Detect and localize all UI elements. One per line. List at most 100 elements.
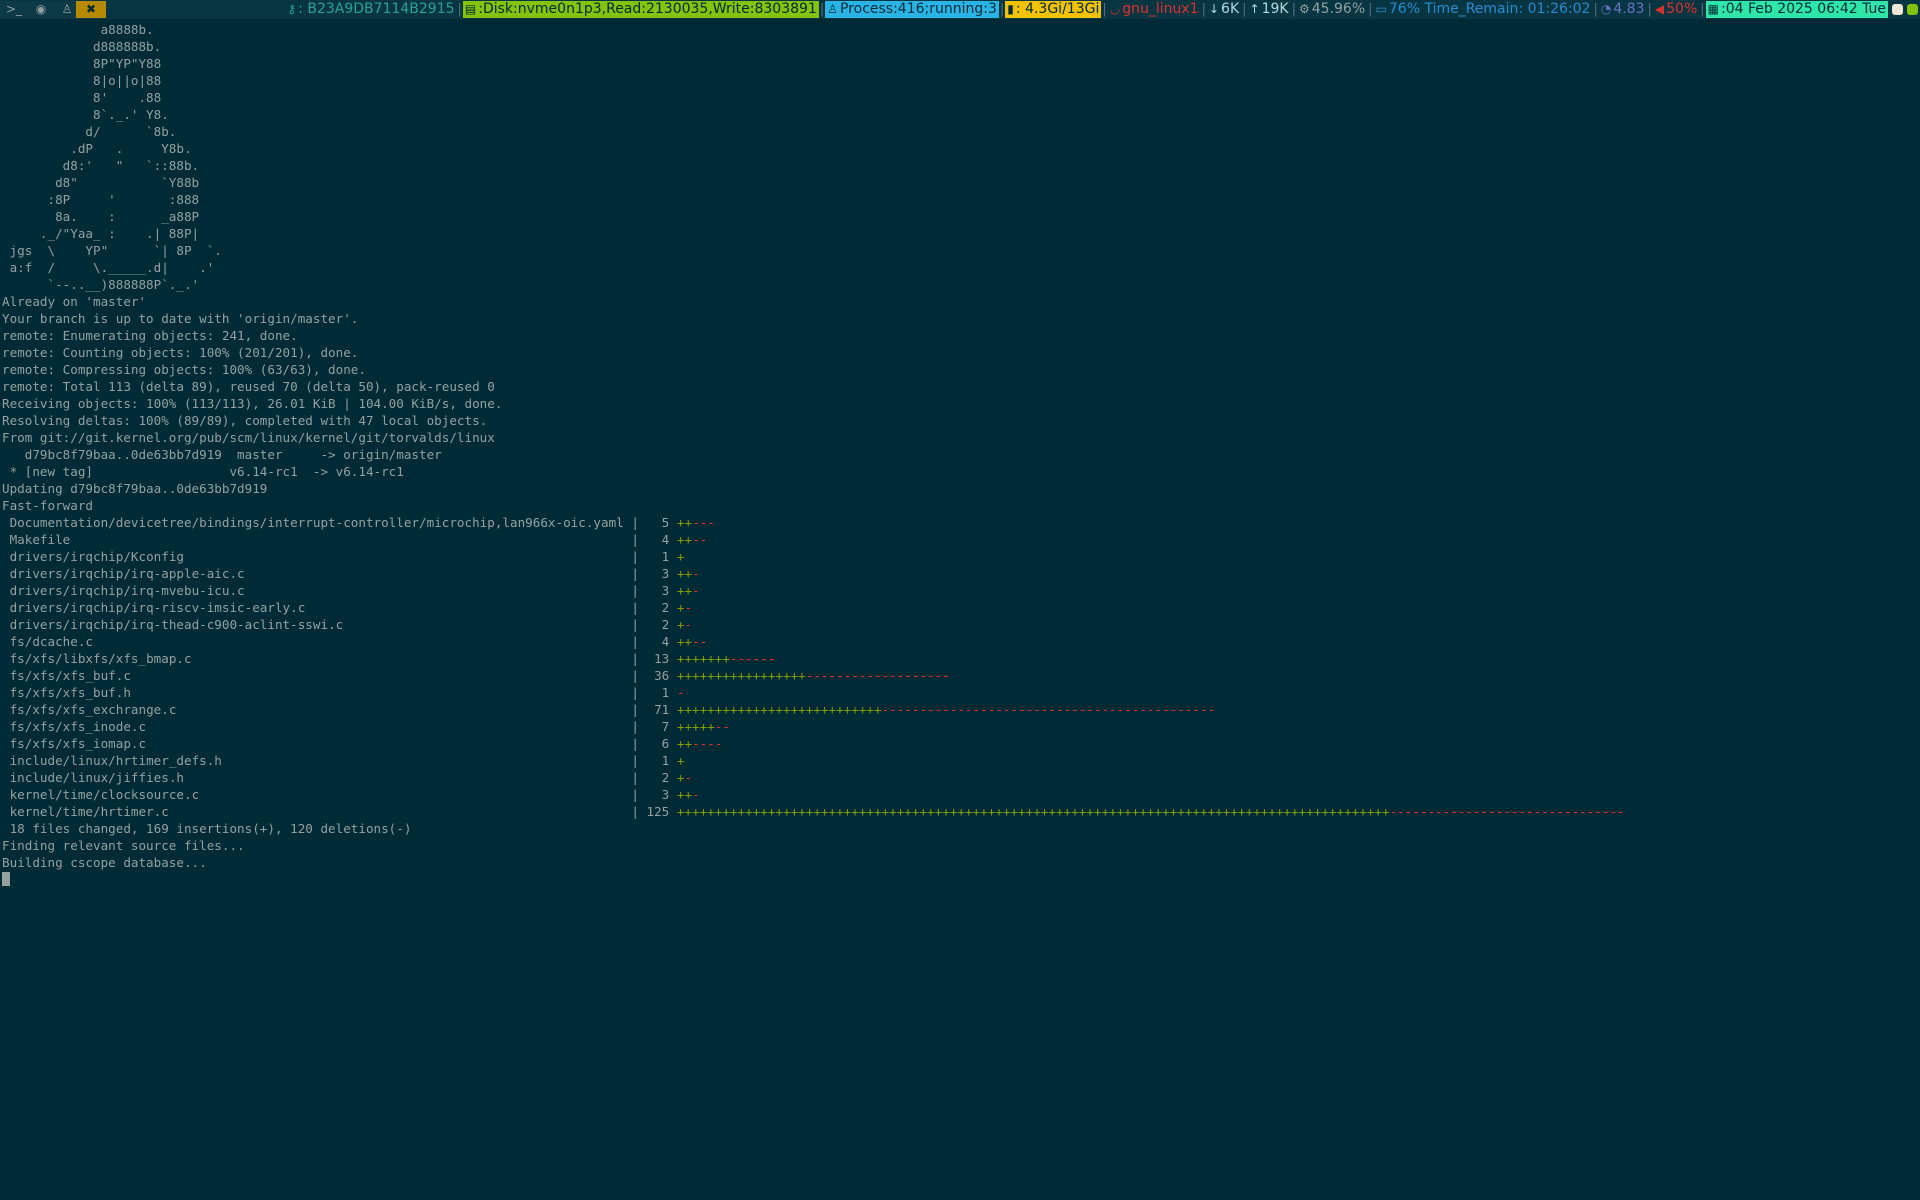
diffstat-file: Makefile: [9, 532, 71, 547]
output-line: remote: Counting objects: 100% (201/201)…: [2, 345, 359, 360]
download-icon: ↓: [1208, 2, 1220, 16]
git-pull-output: Already on 'master' Your branch is up to …: [2, 293, 1920, 514]
diffstat-deletions: -------------------: [805, 668, 950, 683]
ascii-art-line: :8P ' :888: [2, 192, 200, 207]
diffstat-deletions: -: [684, 770, 693, 785]
diffstat-insertions: +++++++++++++++++++++++++++: [676, 702, 882, 717]
ascii-art-line: a8888b.: [2, 22, 154, 37]
diffstat-row: drivers/irqchip/Kconfig | 1 +: [9, 549, 685, 564]
ascii-art-line: 8|o||o|88: [2, 73, 162, 88]
output-line: Building cscope database...: [2, 855, 207, 870]
diffstat-deletions: ------: [729, 651, 776, 666]
status-network: ◡ gnu_linux1: [1108, 1, 1201, 18]
diffstat-row: kernel/time/clocksource.c | 3 ++-: [9, 787, 700, 802]
diffstat-insertions: ++++++++++++++++++++++++++++++++++++++++…: [676, 804, 1390, 819]
diffstat-count: 7: [661, 719, 670, 734]
diffstat-count: 2: [661, 617, 670, 632]
status-blocks: ⚷: B23A9DB7114B2915 | ▤:Disk:nvme0n1p3,Rea…: [285, 0, 1918, 19]
status-process-text: Process:416;running:3: [839, 1, 997, 17]
diffstat-file: fs/xfs/xfs_exchrange.c: [9, 702, 177, 717]
diffstat-insertions: ++: [676, 634, 693, 649]
status-upload: ↑ 19K: [1248, 1, 1291, 18]
diffstat-file: drivers/irqchip/irq-riscv-imsic-early.c: [9, 600, 306, 615]
diffstat-deletions: --: [714, 719, 730, 734]
diffstat-count: 1: [661, 685, 670, 700]
diffstat-file: include/linux/hrtimer_defs.h: [9, 753, 222, 768]
ascii-art-line: jgs \ YP" `| 8P `.: [2, 243, 222, 258]
diffstat-count: 1: [661, 549, 670, 564]
diffstat-count: 1: [661, 753, 670, 768]
diffstat-insertions: +: [676, 753, 685, 768]
diffstat-file: fs/xfs/xfs_inode.c: [9, 719, 147, 734]
diffstat-deletions: --: [692, 634, 708, 649]
ascii-art-line: .dP . Y8b.: [2, 141, 192, 156]
status-volume: ◀ 50%: [1653, 1, 1699, 18]
diffstat-deletions: --: [692, 532, 708, 547]
output-line: * [new tag] v6.14-rc1 -> v6.14-rc1: [2, 464, 404, 479]
terminal-window[interactable]: a8888b. d888888b. 8P"YP"Y88 8|o||o|88 8'…: [2, 21, 1920, 1200]
diffstat-deletions: -: [676, 685, 685, 700]
diffstat-deletions: ----: [692, 736, 723, 751]
status-download-text: 6K: [1221, 1, 1240, 17]
output-line: remote: Total 113 (delta 89), reused 70 …: [2, 379, 495, 394]
diffstat-row: fs/dcache.c | 4 ++--: [9, 634, 708, 649]
ascii-art-line: d8" `Y88b: [2, 175, 200, 190]
output-line: remote: Enumerating objects: 241, done.: [2, 328, 298, 343]
status-network-text: gnu_linux1: [1122, 1, 1199, 17]
memory-icon: ▮: [1007, 2, 1014, 16]
status-cpu: ⚙ 45.96%: [1297, 1, 1367, 18]
diffstat-count: 3: [661, 787, 670, 802]
diffstat-row: include/linux/jiffies.h | 2 +-: [9, 770, 693, 785]
diffstat-deletions: -: [692, 787, 700, 802]
status-battery: ▭ 76% Time_Remain: 01:26:02: [1374, 1, 1593, 18]
diffstat-count: 3: [661, 566, 670, 581]
status-key: ⚷: B23A9DB7114B2915: [285, 1, 456, 18]
diffstat-file: Documentation/devicetree/bindings/interr…: [9, 515, 624, 530]
terminal-cursor: [2, 872, 10, 886]
diffstat-count: 2: [661, 600, 670, 615]
status-load: ◔ 4.83: [1599, 1, 1647, 18]
diffstat-row: fs/xfs/xfs_exchrange.c | 71 ++++++++++++…: [9, 702, 1216, 717]
ascii-art-line: 8a. : _a88P: [2, 209, 200, 224]
status-memory: ▮: 4.3Gi/13Gi: [1005, 1, 1102, 18]
diffstat-deletions: -------------------------------: [1389, 804, 1625, 819]
diffstat-count: 2: [661, 770, 670, 785]
diffstat-count: 71: [654, 702, 670, 717]
status-battery-text: 76% Time_Remain: 01:26:02: [1388, 1, 1591, 17]
diffstat-count: 5: [661, 515, 670, 530]
output-line: Receiving objects: 100% (113/113), 26.01…: [2, 396, 503, 411]
diffstat-insertions: ++: [676, 532, 693, 547]
diffstat-deletions: ----------------------------------------…: [881, 702, 1216, 717]
diffstat-file: kernel/time/clocksource.c: [9, 787, 200, 802]
diffstat-file: drivers/irqchip/irq-thead-c900-aclint-ss…: [9, 617, 344, 632]
workspace-0-terminal-icon[interactable]: >_: [0, 1, 28, 18]
diffstat-deletions: -: [692, 566, 700, 581]
tray-app-icon[interactable]: [1892, 4, 1903, 15]
diffstat-deletions: -: [684, 600, 693, 615]
linux-icon: ♙: [827, 2, 838, 16]
battery-icon: ▭: [1375, 2, 1387, 16]
workspace-3-tools-icon[interactable]: ✖: [76, 1, 106, 18]
diffstat-insertions: +++++: [676, 719, 715, 734]
diffstat-row: fs/xfs/xfs_inode.c | 7 +++++--: [9, 719, 730, 734]
diffstat-file: drivers/irqchip/Kconfig: [9, 549, 184, 564]
speaker-icon: ◀: [1654, 2, 1665, 16]
diffstat-row: drivers/irqchip/irq-thead-c900-aclint-ss…: [9, 617, 693, 632]
diffstat-row: fs/xfs/xfs_iomap.c | 6 ++----: [9, 736, 723, 751]
status-upload-text: 19K: [1261, 1, 1289, 17]
diffstat-row: include/linux/hrtimer_defs.h | 1 +: [9, 753, 685, 768]
prompt-line[interactable]: [2, 871, 1920, 888]
ascii-art-line: d888888b.: [2, 39, 162, 54]
status-disk: ▤:Disk:nvme0n1p3,Read:2130035,Write:8303…: [462, 1, 819, 18]
output-line: Finding relevant source files...: [2, 838, 245, 853]
diffstat-file: drivers/irqchip/irq-mvebu-icu.c: [9, 583, 245, 598]
diffstat-insertions: +++++++++++++++++: [676, 668, 806, 683]
tray-network-icon[interactable]: [1907, 4, 1918, 15]
top-status-bar: >_ ◉ ♙ ✖ ⚷: B23A9DB7114B2915 | ▤:Disk:nvme0n1…: [0, 0, 1920, 19]
diffstat-count: 13: [654, 651, 670, 666]
diffstat-table: Documentation/devicetree/bindings/interr…: [2, 514, 1920, 820]
diffstat-row: fs/xfs/xfs_buf.c | 36 +++++++++++++++++-…: [9, 668, 950, 683]
wifi-icon: ◡: [1109, 2, 1121, 16]
output-line: 18 files changed, 169 insertions(+), 120…: [2, 821, 412, 836]
status-date: ▦:04 Feb 2025 06:42 Tue: [1705, 1, 1888, 18]
